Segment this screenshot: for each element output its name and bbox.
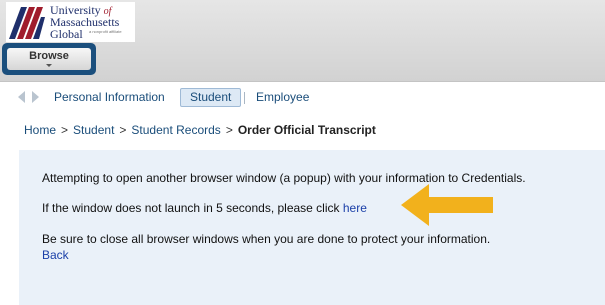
back-link[interactable]: Back [42, 248, 69, 262]
tab-divider [244, 92, 245, 104]
tab-student[interactable]: Student [180, 88, 242, 107]
browse-button[interactable]: Browse [7, 48, 91, 70]
breadcrumb-student[interactable]: Student [73, 123, 114, 137]
breadcrumb-separator: > [61, 123, 69, 137]
browse-menu-container: Browse [2, 43, 96, 75]
pointer-arrow-icon [401, 184, 493, 226]
close-windows-message: Be sure to close all browser windows whe… [42, 232, 491, 246]
browse-label: Browse [29, 50, 69, 62]
caret-down-icon [46, 64, 52, 67]
launch-message-text: If the window does not launch in 5 secon… [42, 201, 340, 215]
scroll-left-icon[interactable] [18, 91, 25, 103]
breadcrumb-home[interactable]: Home [24, 123, 56, 137]
scroll-right-icon[interactable] [32, 91, 39, 103]
logo-mark-icon [7, 3, 47, 41]
launch-message: If the window does not launch in 5 secon… [42, 201, 367, 215]
breadcrumb-separator: > [225, 123, 233, 137]
here-link[interactable]: here [343, 201, 367, 215]
breadcrumb-current-page: Order Official Transcript [237, 123, 376, 137]
university-logo: University of Massachusetts Global a non… [6, 2, 135, 42]
breadcrumb: Home > Student > Student Records > Order Offic… [24, 123, 376, 137]
content-panel: Attempting to open another browser windo… [19, 150, 605, 305]
logo-affiliate-text: a nonprofit affiliate [89, 29, 122, 34]
tab-bar: Personal Information Student Employee [0, 84, 605, 110]
tab-employee[interactable]: Employee [256, 87, 309, 107]
breadcrumb-separator: > [119, 123, 127, 137]
logo-global-text: Global [50, 27, 83, 41]
tab-personal-information[interactable]: Personal Information [54, 87, 165, 107]
breadcrumb-student-records[interactable]: Student Records [131, 123, 220, 137]
top-header-bar: University of Massachusetts Global a non… [0, 0, 605, 82]
